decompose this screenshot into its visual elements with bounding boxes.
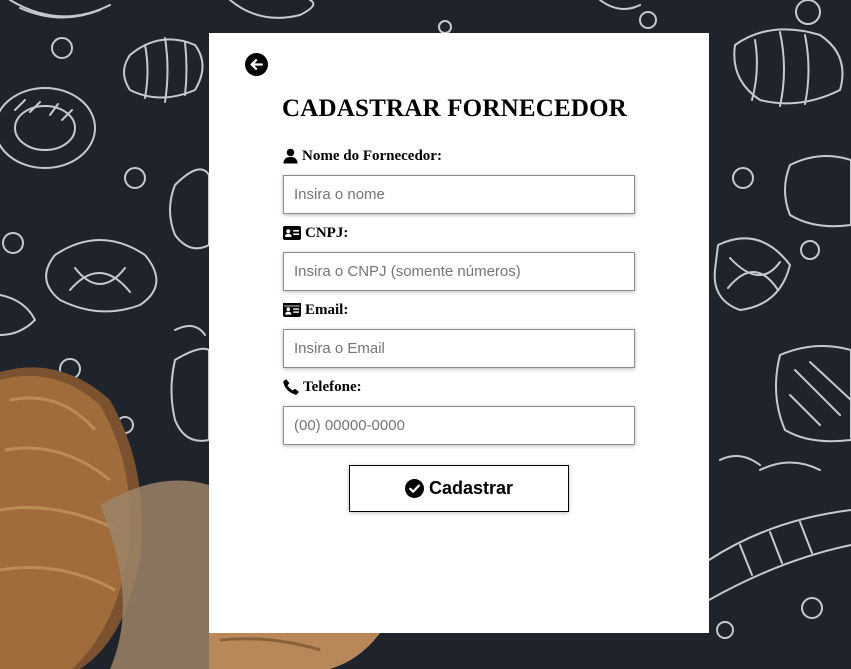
page-title: CADASTRAR FORNECEDOR — [282, 95, 627, 122]
name-field-label: Nome do Fornecedor: — [283, 146, 442, 166]
arrow-left-circle-icon — [245, 53, 268, 76]
submit-button-label: Cadastrar — [428, 478, 514, 498]
submit-button[interactable]: Cadastrar — [349, 465, 569, 512]
cnpj-field-label: CNPJ: — [283, 223, 348, 243]
id-card-icon — [283, 303, 301, 317]
check-circle-icon — [404, 479, 424, 498]
cnpj-input[interactable] — [283, 252, 635, 291]
phone-field-label-text: Telefone: — [303, 378, 362, 395]
back-button[interactable] — [245, 53, 268, 76]
name-field-label-text: Nome do Fornecedor: — [302, 147, 442, 164]
phone-input[interactable] — [283, 406, 635, 445]
email-field-label-text: Email: — [305, 301, 349, 318]
email-input[interactable] — [283, 329, 635, 368]
user-icon — [283, 148, 298, 164]
cnpj-field-label-text: CNPJ: — [305, 224, 349, 241]
email-field-label: Email: — [283, 300, 348, 320]
phone-icon — [283, 379, 299, 395]
name-input[interactable] — [283, 175, 635, 214]
form-panel: CADASTRAR FORNECEDOR Nome do Fornecedor:… — [209, 33, 709, 633]
phone-field-label: Telefone: — [283, 377, 362, 397]
id-card-icon — [283, 226, 301, 240]
